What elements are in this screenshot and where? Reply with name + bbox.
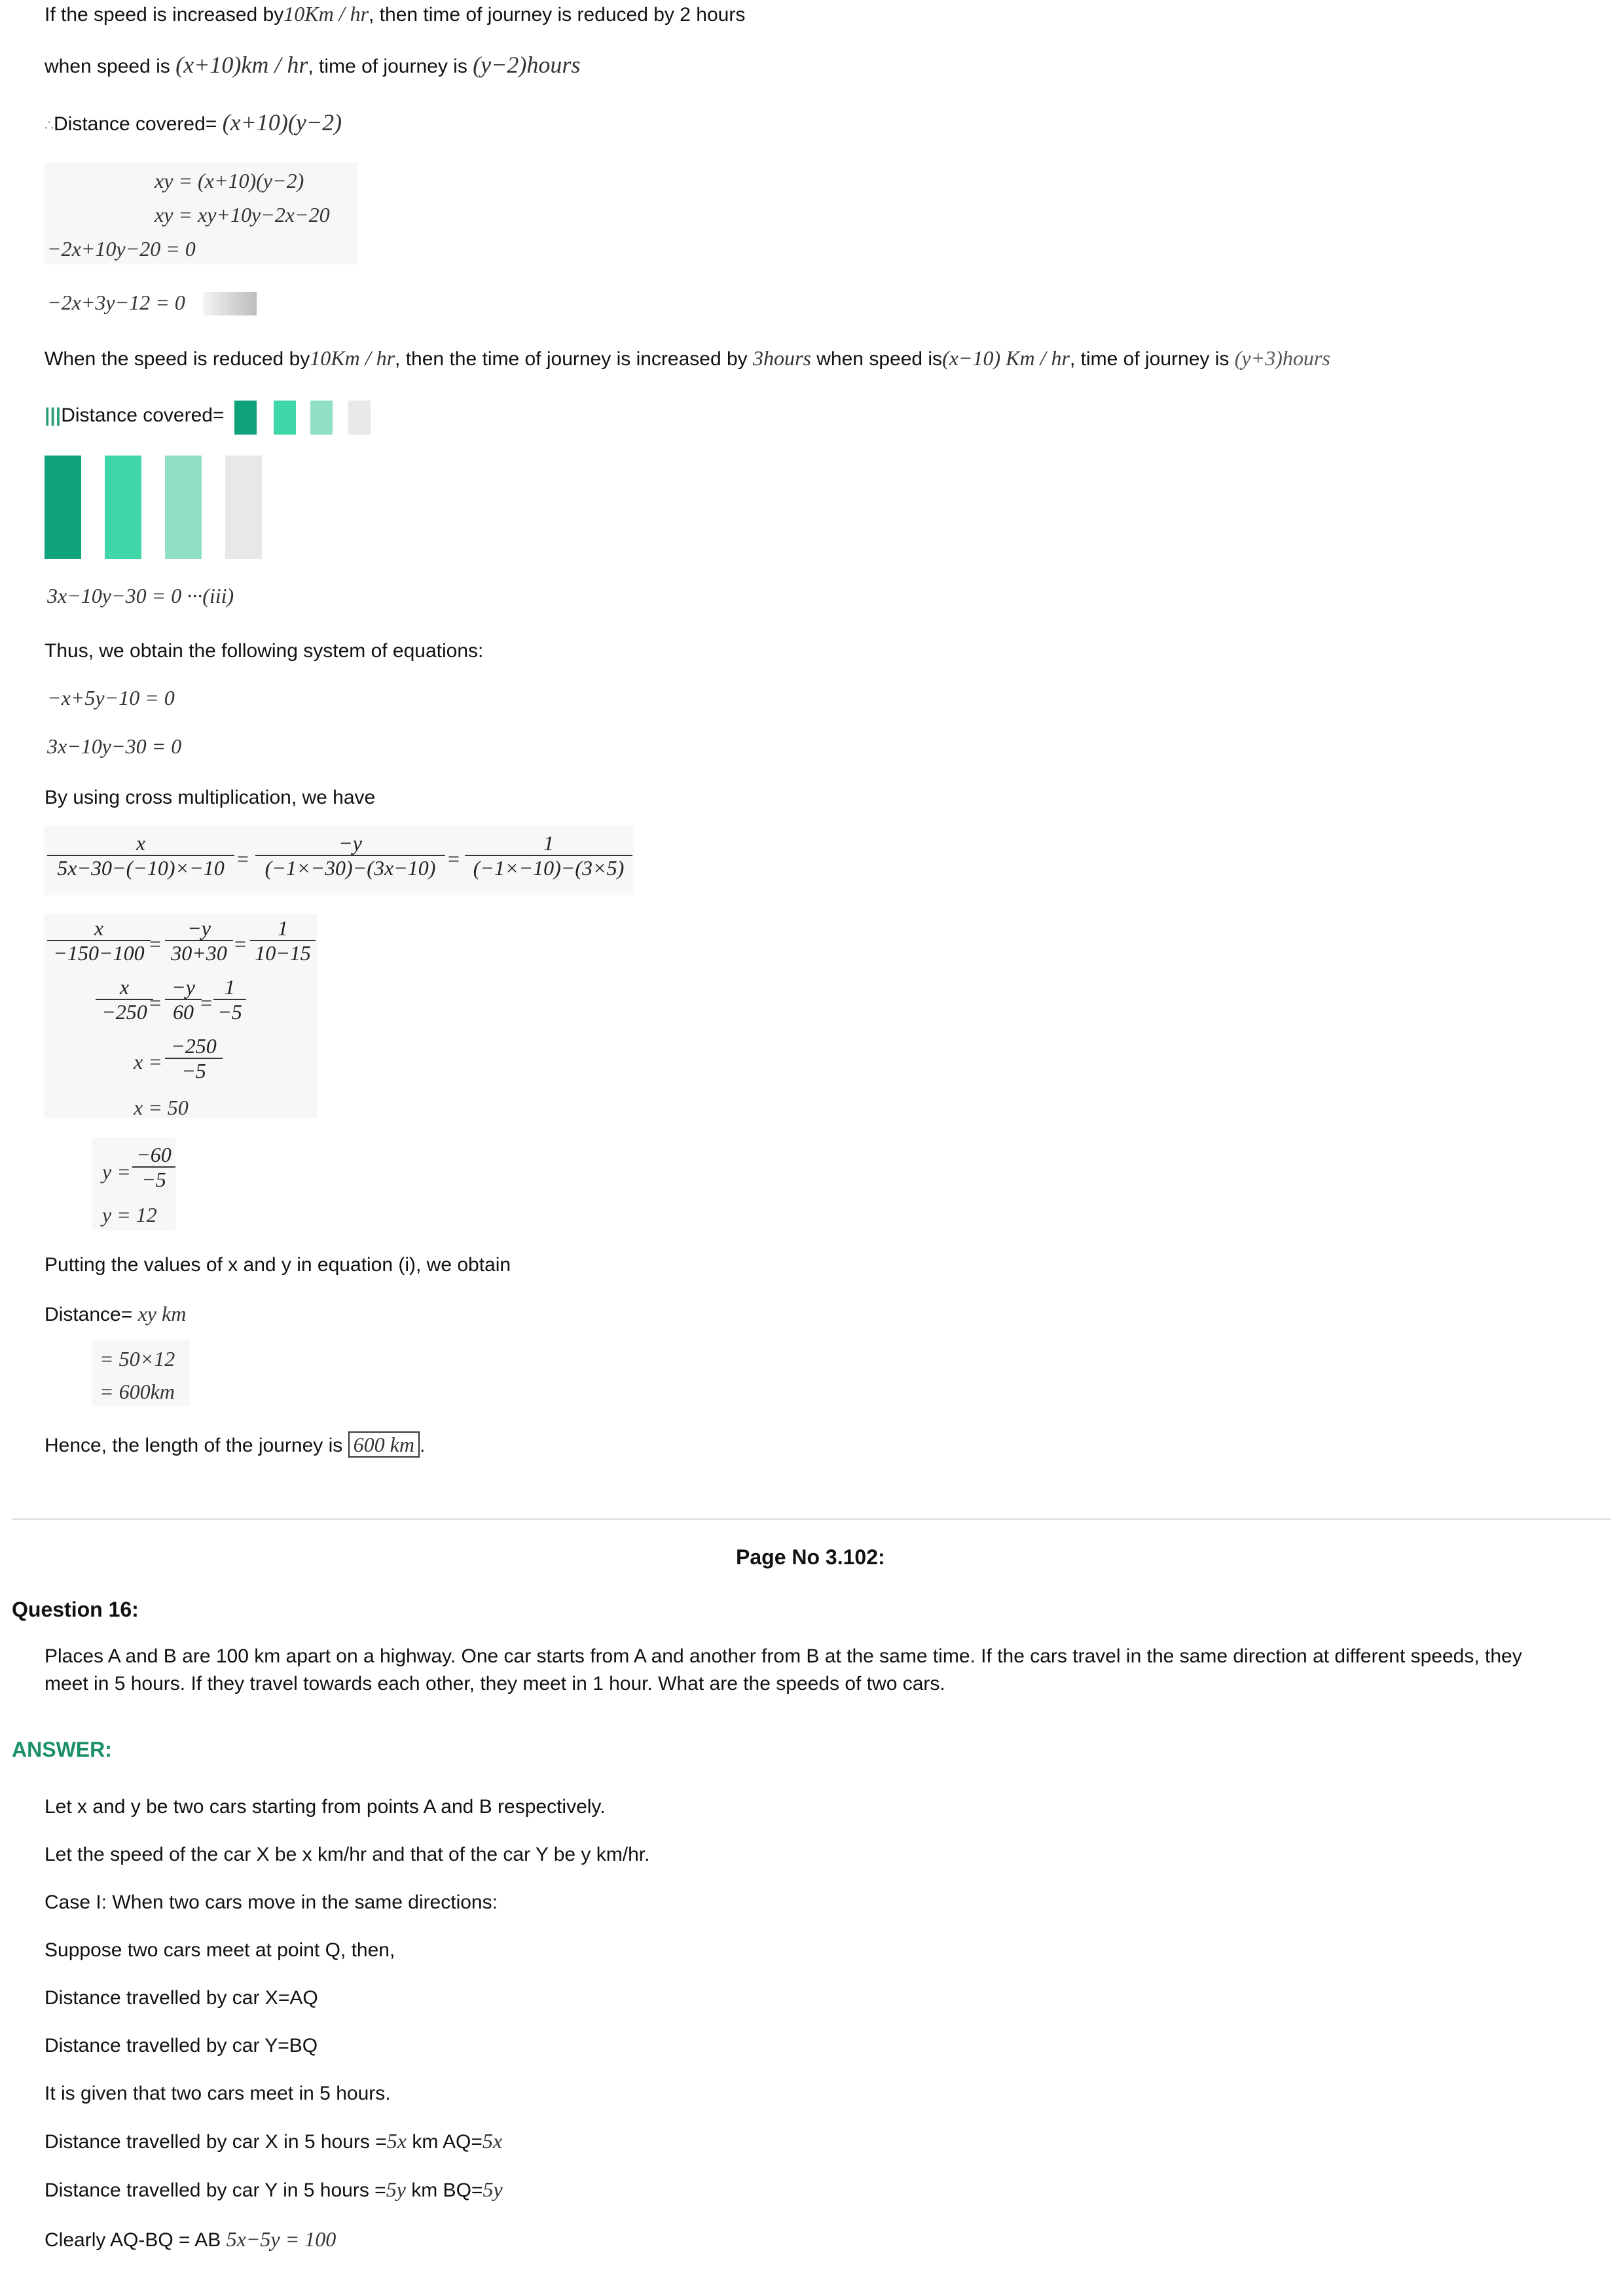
page-number: Page No 3.102: <box>736 1545 885 1569</box>
equation: −x+5y−10 = 0 <box>47 686 175 709</box>
answer-line: Let x and y be two cars starting from po… <box>45 1796 606 1818</box>
fraction: −y 60 <box>165 975 202 1024</box>
question-label: Question 16: <box>12 1598 139 1621</box>
math-inline: (x+10)km / hr <box>175 52 308 78</box>
math-inline: 10Km / hr <box>310 346 395 370</box>
fraction: x 5x−30−(−10)×−10 <box>47 831 234 880</box>
equation: y = <box>102 1160 131 1183</box>
equation: xy = xy+10y−2x−20 <box>155 203 330 226</box>
math-inline: (y−2)hours <box>473 52 581 78</box>
fraction: −60 −5 <box>132 1143 175 1191</box>
math-inline: (y+3)hours <box>1234 346 1330 370</box>
fraction: x −150−100 <box>47 916 151 965</box>
placeholder-square <box>274 401 296 435</box>
section-divider <box>12 1518 1611 1520</box>
math-inline: 10Km / hr <box>283 2 369 26</box>
placeholder-bar <box>225 456 262 559</box>
placeholder-square <box>348 401 371 435</box>
answer-line: Distance travelled by car X=AQ <box>45 1987 318 2009</box>
text-line: ∴Distance covered= (x+10)(y−2) <box>45 109 342 135</box>
text-line: Hence, the length of the journey is 600 … <box>45 1431 426 1458</box>
equals-sign: = <box>149 991 162 1014</box>
text-line: If the speed is increased by10Km / hr, t… <box>45 2 746 26</box>
equals-sign: = <box>234 932 247 956</box>
equation: = 600km <box>100 1380 175 1403</box>
math-inline: 3hours <box>753 346 811 370</box>
answer-line: Distance travelled by car Y in 5 hours =… <box>45 2178 503 2201</box>
fraction: 1 (−1×−10)−(3×5) <box>465 831 632 880</box>
math-inline: (x+10)(y−2) <box>222 109 342 135</box>
text-line: when speed is (x+10)km / hr, time of jou… <box>45 52 581 78</box>
text-line: By using cross multiplication, we have <box>45 787 376 808</box>
bars-icon: ||| <box>45 404 62 426</box>
equals-sign: = <box>448 847 460 870</box>
text-line: Distance= xy km <box>45 1302 187 1325</box>
placeholder-square <box>310 401 333 435</box>
equation: xy = (x+10)(y−2) <box>155 169 304 192</box>
placeholder-bar <box>165 456 202 559</box>
question-text: meet in 5 hours. If they travel towards … <box>45 1673 945 1695</box>
therefore-icon: ∴ <box>45 117 54 134</box>
answer-line: Case I: When two cars move in the same d… <box>45 1892 498 1913</box>
blurred-label-icon <box>203 292 257 315</box>
text-line: |||Distance covered= <box>45 404 225 426</box>
placeholder-bar <box>105 456 141 559</box>
equals-sign: = <box>149 932 162 956</box>
fraction: −y 30+30 <box>165 916 233 965</box>
equation: 3x−10y−30 = 0 <box>47 734 182 758</box>
boxed-answer: 600 km <box>348 1431 420 1458</box>
placeholder-bar <box>45 456 81 559</box>
equation: −2x+10y−20 = 0 <box>47 237 196 260</box>
fraction: x −250 <box>96 975 153 1024</box>
answer-line: Let the speed of the car X be x km/hr an… <box>45 1844 650 1865</box>
equation: x = 50 <box>134 1096 189 1119</box>
fraction: 1 −5 <box>213 975 246 1024</box>
fraction: −y (−1×−30)−(3x−10) <box>255 831 445 880</box>
equation: x = <box>134 1050 162 1073</box>
equation: = 50×12 <box>100 1347 175 1371</box>
fraction: −250 −5 <box>165 1034 223 1083</box>
answer-line: It is given that two cars meet in 5 hour… <box>45 2083 391 2104</box>
math-inline: xy km <box>137 1302 187 1325</box>
equals-sign: = <box>200 991 213 1014</box>
answer-line: Suppose two cars meet at point Q, then, <box>45 1939 395 1961</box>
question-text: Places A and B are 100 km apart on a hig… <box>45 1645 1522 1667</box>
text-line: Putting the values of x and y in equatio… <box>45 1254 511 1276</box>
text-line: When the speed is reduced by10Km / hr, t… <box>45 346 1330 370</box>
equation: y = 12 <box>102 1203 157 1227</box>
fraction: 1 10−15 <box>250 916 316 965</box>
math-inline: (x−10) Km / hr <box>942 346 1070 370</box>
math-inline: 5y <box>386 2178 406 2201</box>
math-inline: 5x−5y = 100 <box>226 2227 337 2251</box>
math-inline: 5x <box>386 2129 407 2153</box>
equals-sign: = <box>237 847 249 870</box>
answer-line: Distance travelled by car Y=BQ <box>45 2035 318 2056</box>
equation: 3x−10y−30 = 0 ···(iii) <box>47 584 234 607</box>
math-inline: 5x <box>482 2129 503 2153</box>
math-inline: 5y <box>483 2178 503 2201</box>
placeholder-square <box>234 401 257 435</box>
equation: −2x+3y−12 = 0 <box>47 291 185 314</box>
answer-label: ANSWER: <box>12 1738 112 1761</box>
answer-line: Distance travelled by car X in 5 hours =… <box>45 2129 503 2153</box>
answer-line: Clearly AQ-BQ = AB 5x−5y = 100 <box>45 2227 337 2251</box>
text-line: Thus, we obtain the following system of … <box>45 640 484 662</box>
